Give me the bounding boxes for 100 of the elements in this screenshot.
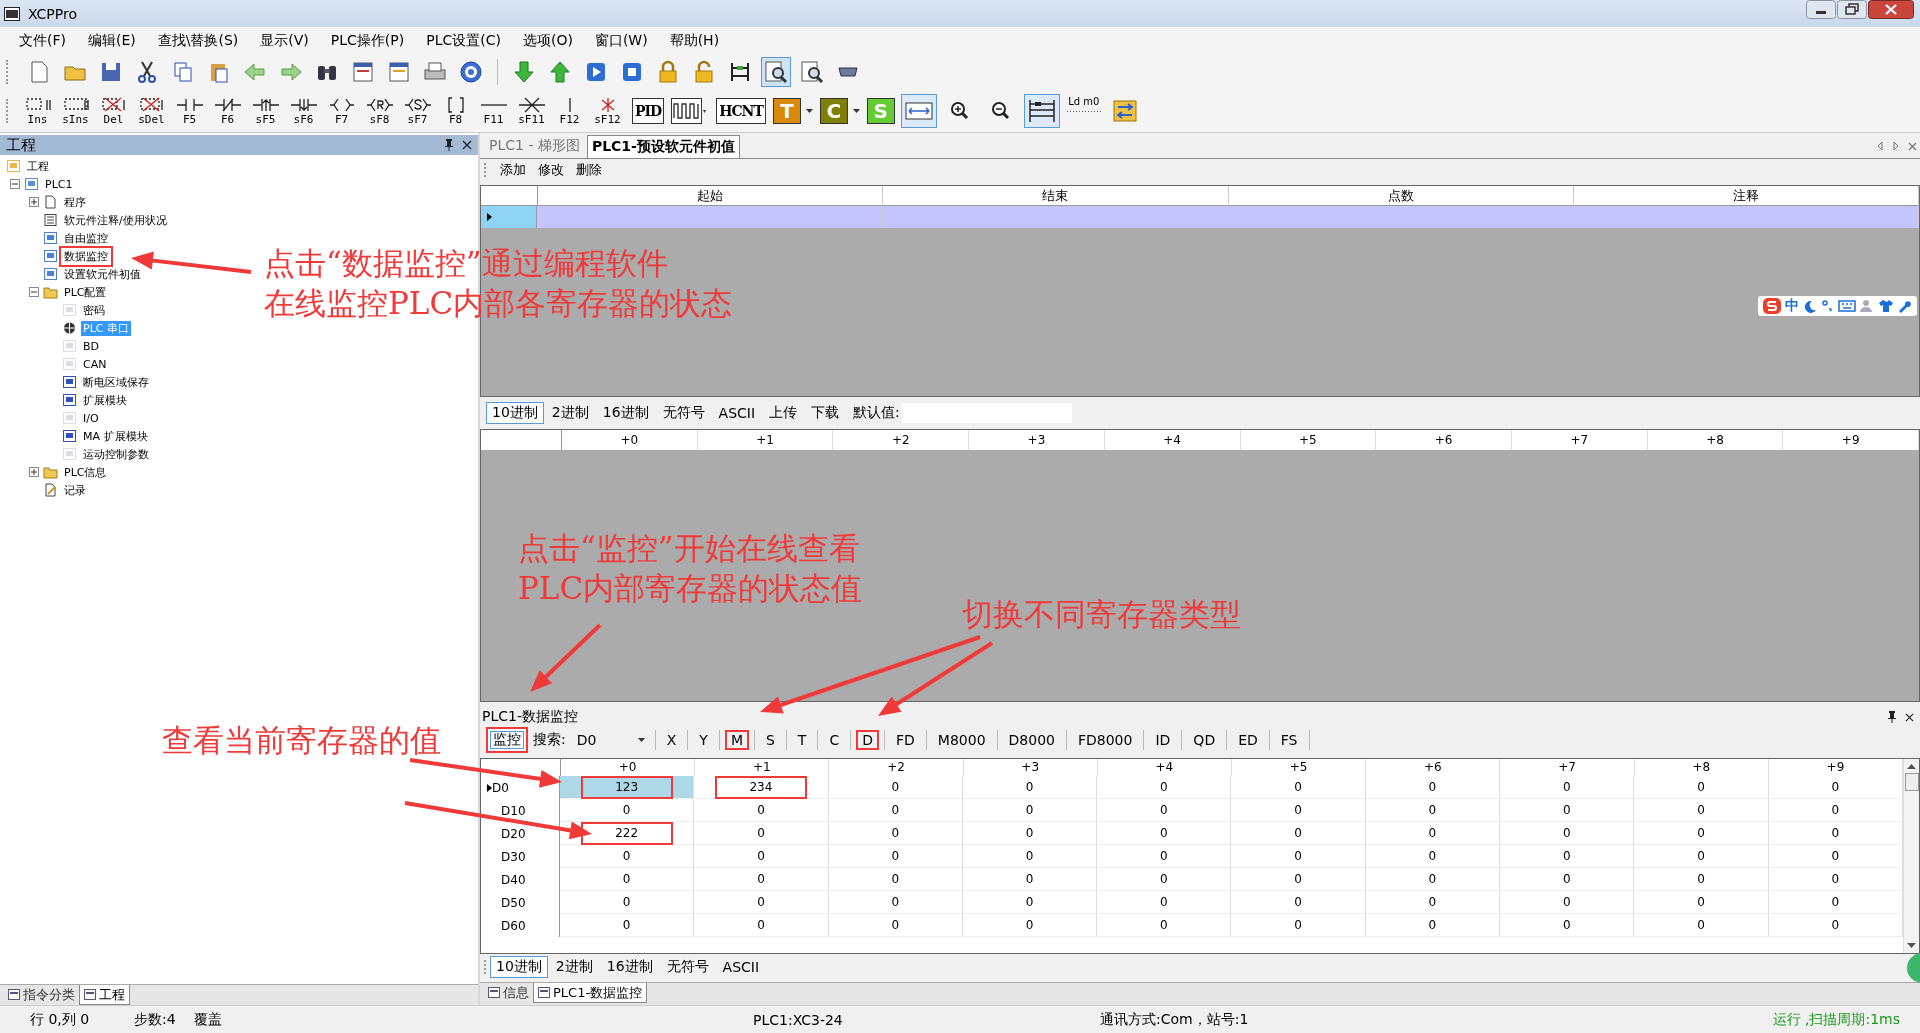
value-cell[interactable]: 0 xyxy=(1634,891,1769,914)
value-cell[interactable]: 0 xyxy=(1634,914,1769,937)
tree-item[interactable]: 软元件注释/使用状况 xyxy=(62,212,169,228)
toolbar-button[interactable]: 修改 xyxy=(538,161,564,179)
register-type-button[interactable]: M8000 xyxy=(933,732,990,748)
value-cell[interactable]: 0 xyxy=(1768,891,1903,914)
panel-tab[interactable]: 信息 xyxy=(484,983,533,1002)
row-header[interactable]: D50 xyxy=(481,891,560,914)
tree-item[interactable]: 数据监控 xyxy=(62,248,110,264)
value-cell[interactable]: 0 xyxy=(1365,891,1501,914)
value-cell[interactable]: 0 xyxy=(1768,776,1903,799)
toolbar-button[interactable]: 添加 xyxy=(500,161,526,179)
value-cell[interactable]: 0 xyxy=(1500,914,1635,937)
menu-item[interactable]: PLC设置(C) xyxy=(415,31,512,50)
value-cell[interactable]: 234 xyxy=(694,776,829,799)
register-type-button[interactable]: FS xyxy=(1276,732,1302,748)
ladder-tool-button[interactable]: sF8 xyxy=(362,96,397,126)
register-type-button[interactable]: X xyxy=(662,732,681,748)
function-button[interactable]: HCNT xyxy=(716,98,766,124)
caret-icon[interactable] xyxy=(852,109,860,113)
value-cell[interactable]: 0 xyxy=(560,799,695,822)
ladder-tool-button[interactable]: sF11 xyxy=(514,96,549,126)
value-cell[interactable]: 0 xyxy=(828,845,963,868)
tree-item[interactable]: 断电区域保存 xyxy=(81,374,151,390)
tree-item[interactable]: 自由监控 xyxy=(62,230,110,246)
ladder-tool-button[interactable]: Del xyxy=(96,96,131,126)
register-type-button[interactable]: S xyxy=(761,732,779,748)
value-cell[interactable]: 0 xyxy=(1500,776,1635,799)
radix-tab[interactable]: 2进制 xyxy=(545,402,595,424)
ladder-tool-button[interactable]: F5 xyxy=(172,96,207,126)
value-cell[interactable]: 0 xyxy=(1231,776,1366,799)
ladder-tool-button[interactable]: F7 xyxy=(324,96,359,126)
close-icon[interactable] xyxy=(462,140,472,150)
value-cell[interactable]: 0 xyxy=(1634,868,1769,891)
ladder-tool-button[interactable]: Ins xyxy=(20,96,55,126)
document-tab[interactable]: PLC1 - 梯形图 xyxy=(484,134,585,158)
pin-icon[interactable] xyxy=(1887,711,1897,723)
register-type-button[interactable]: M xyxy=(726,732,747,748)
table-cell[interactable] xyxy=(537,206,883,228)
value-cell[interactable]: 123 xyxy=(560,776,695,799)
value-cell[interactable]: 0 xyxy=(694,891,829,914)
value-cell[interactable]: 0 xyxy=(694,868,829,891)
row-header[interactable]: D30 xyxy=(481,845,560,868)
tree-item[interactable]: BD xyxy=(81,339,102,353)
ladder-tool-button[interactable]: sF6 xyxy=(286,96,321,126)
table-cell[interactable] xyxy=(882,206,1228,228)
register-type-button[interactable]: T xyxy=(793,732,811,748)
value-cell[interactable]: 0 xyxy=(962,914,1098,937)
value-cell[interactable]: 0 xyxy=(828,799,963,822)
tree-item[interactable]: 运动控制参数 xyxy=(81,446,151,462)
tree-item[interactable]: 工程 xyxy=(25,158,51,174)
value-cell[interactable]: 0 xyxy=(1365,845,1501,868)
value-cell[interactable]: 0 xyxy=(1097,822,1232,845)
minimize-button[interactable] xyxy=(1806,0,1836,19)
value-cell[interactable]: 0 xyxy=(694,914,829,937)
menu-item[interactable]: 选项(O) xyxy=(511,31,584,50)
value-cell[interactable]: 0 xyxy=(560,845,695,868)
register-type-button[interactable]: Y xyxy=(695,732,712,748)
search-combo[interactable]: D0 xyxy=(568,732,649,748)
scroll-down-icon[interactable] xyxy=(1907,943,1916,949)
row-header[interactable]: D40 xyxy=(481,868,560,891)
value-cell[interactable]: 0 xyxy=(1097,776,1232,799)
register-type-button[interactable]: QD xyxy=(1189,732,1220,748)
value-cell[interactable]: 0 xyxy=(1097,868,1232,891)
menu-item[interactable]: 编辑(E) xyxy=(77,31,147,50)
ladder-tool-button[interactable]: sIns xyxy=(58,96,93,126)
scroll-right-icon[interactable] xyxy=(1892,141,1900,151)
register-type-button[interactable]: ID xyxy=(1151,732,1175,748)
menu-item[interactable]: 窗口(W) xyxy=(583,31,659,50)
value-cell[interactable]: 0 xyxy=(1500,891,1635,914)
value-cell[interactable]: 222 xyxy=(560,822,695,845)
ime-toolbar[interactable]: 中 xyxy=(1758,296,1917,316)
panel-tab[interactable]: PLC1-数据监控 xyxy=(533,983,648,1003)
register-type-button[interactable]: D8000 xyxy=(1004,732,1059,748)
radix-tab[interactable]: 2进制 xyxy=(549,956,599,978)
register-type-button[interactable]: FD xyxy=(892,732,919,748)
pin-icon[interactable] xyxy=(444,139,454,151)
tree-item[interactable]: MA 扩展模块 xyxy=(81,428,150,444)
ladder-tool-button[interactable]: F12 xyxy=(552,96,587,126)
value-cell[interactable]: 0 xyxy=(1097,914,1232,937)
value-cell[interactable]: 0 xyxy=(694,799,829,822)
table-cell[interactable] xyxy=(1573,206,1919,228)
register-type-button[interactable]: C xyxy=(825,732,844,748)
menu-item[interactable]: 显示(V) xyxy=(249,31,320,50)
ladder-tool-button[interactable]: sF12 xyxy=(590,96,625,126)
expander-icon[interactable] xyxy=(29,287,39,297)
value-cell[interactable]: 0 xyxy=(828,914,963,937)
ladder-view-icon[interactable] xyxy=(1024,95,1059,127)
value-cell[interactable]: 0 xyxy=(962,799,1098,822)
radix-tab[interactable]: 10进制 xyxy=(490,956,548,978)
value-cell[interactable]: 0 xyxy=(828,776,963,799)
value-cell[interactable]: 0 xyxy=(1231,822,1366,845)
value-cell[interactable]: 0 xyxy=(828,891,963,914)
register-type-button[interactable]: ED xyxy=(1234,732,1262,748)
value-cell[interactable]: 0 xyxy=(1365,799,1501,822)
expander-icon[interactable] xyxy=(29,197,39,207)
tree-item[interactable]: 记录 xyxy=(62,482,88,498)
tree-item[interactable]: 扩展模块 xyxy=(81,392,129,408)
radix-tab[interactable]: 下载 xyxy=(805,402,846,424)
value-cell[interactable]: 0 xyxy=(1768,799,1903,822)
